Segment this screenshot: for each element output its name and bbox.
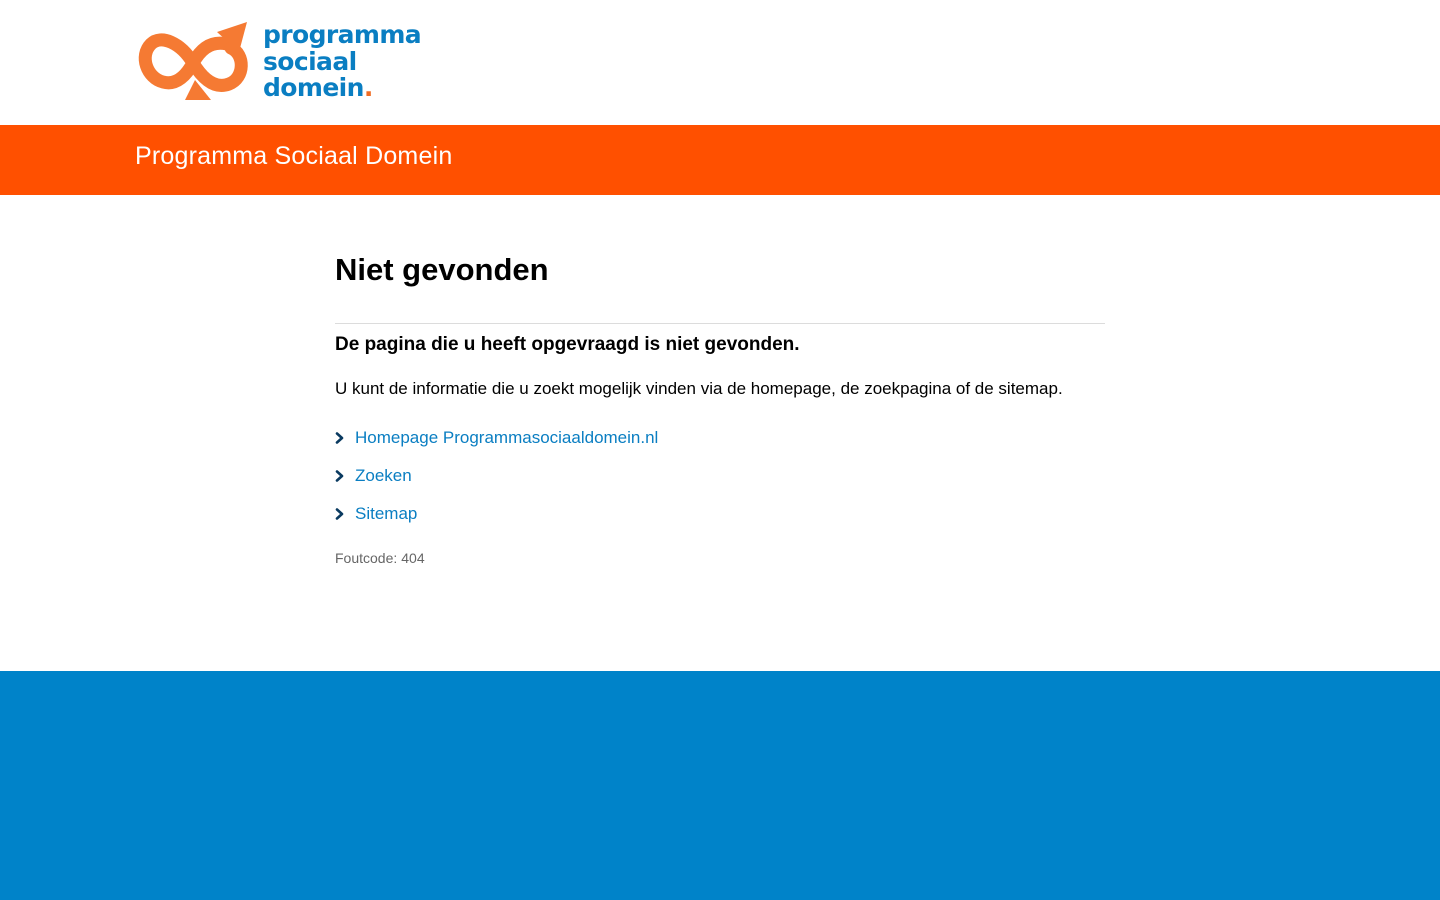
logo-wordmark: programma sociaal domein. [263, 20, 422, 102]
link-item-homepage: Homepage Programmasociaaldomein.nl [335, 426, 658, 464]
sitemap-link[interactable]: Sitemap [355, 502, 417, 526]
main-content: Niet gevonden De pagina die u heeft opge… [335, 250, 1105, 566]
search-link[interactable]: Zoeken [355, 464, 412, 488]
logo-line-1: programma [263, 20, 422, 49]
logo-line-2: sociaal [263, 46, 357, 76]
error-code-label: Foutcode: [335, 550, 398, 566]
site-logo-link[interactable]: programma sociaal domein. [135, 18, 430, 106]
homepage-link[interactable]: Homepage Programmasociaaldomein.nl [355, 426, 658, 450]
link-item-sitemap: Sitemap [335, 502, 658, 540]
suggestion-links: Homepage Programmasociaaldomein.nl Zoeke… [335, 426, 658, 540]
lead-text: De pagina die u heeft opgevraagd is niet… [335, 334, 800, 355]
page-title: Niet gevonden [335, 252, 549, 287]
link-item-search: Zoeken [335, 464, 658, 502]
chevron-right-icon [335, 464, 355, 488]
chevron-right-icon [335, 502, 355, 526]
infinity-arrow-icon [138, 22, 248, 100]
divider [335, 323, 1105, 324]
logo-line-3: domein [263, 73, 364, 102]
help-text: U kunt de informatie die u zoekt mogelij… [335, 379, 1063, 398]
site-footer [0, 671, 1440, 900]
site-header: programma sociaal domein. [0, 0, 1440, 125]
site-title: Programma Sociaal Domein [135, 142, 453, 170]
chevron-right-icon [335, 426, 355, 450]
error-code-value: 404 [401, 550, 425, 566]
logo-dot: . [363, 73, 374, 102]
error-code: Foutcode: 404 [335, 548, 425, 568]
